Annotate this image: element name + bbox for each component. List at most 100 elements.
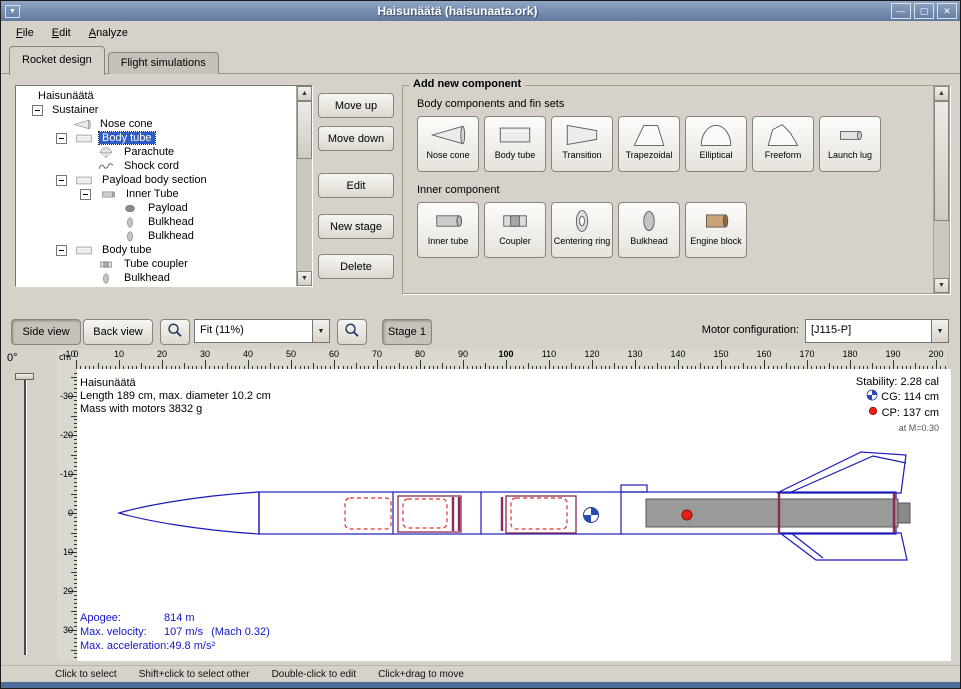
magnifier-icon: [343, 322, 361, 343]
tree-item-inner-tube[interactable]: Inner Tube: [18, 187, 295, 201]
chevron-down-icon[interactable]: ▼: [312, 319, 330, 343]
transition-component-button[interactable]: Transition: [551, 116, 613, 172]
minimize-button[interactable]: —: [891, 3, 911, 19]
edit-button[interactable]: Edit: [318, 173, 394, 198]
tree-item-label: Body tube: [99, 244, 155, 256]
h-ruler-label: 10: [107, 349, 131, 359]
maximize-button[interactable]: ▢: [914, 3, 934, 19]
tree-item-bulkhead[interactable]: Bulkhead: [18, 229, 295, 243]
scroll-up-button[interactable]: ▲: [297, 86, 312, 101]
status-hint: Shift+click to select other: [139, 669, 250, 680]
statusbar: Click to selectShift+click to select oth…: [1, 665, 960, 683]
delete-button[interactable]: Delete: [318, 254, 394, 279]
tree-item-shock-cord[interactable]: Shock cord: [18, 159, 295, 173]
coupler-component-button[interactable]: Coupler: [484, 202, 546, 258]
tree-item-label: Payload body section: [99, 174, 210, 186]
side-view-button[interactable]: Side view: [11, 319, 81, 345]
add-component-group: Add new component Body components and fi…: [402, 85, 950, 294]
tree-item-label: Bulkhead: [121, 272, 173, 284]
rotation-slider[interactable]: [24, 375, 27, 655]
nose-cone-component-button[interactable]: Nose cone: [417, 116, 479, 172]
v-ruler-label: -10: [57, 469, 73, 479]
scrollbar-thumb[interactable]: [297, 101, 312, 159]
tree-item-parachute[interactable]: Parachute: [18, 145, 295, 159]
centering-ring-component-button[interactable]: Centering ring: [551, 202, 613, 258]
launch-lug-component-button[interactable]: Launch lug: [819, 116, 881, 172]
tree-item-tube-coupler[interactable]: Tube coupler: [18, 257, 295, 271]
expander-icon[interactable]: [32, 105, 43, 116]
flight-stat-row: Max. acceleration:49.8 m/s²: [80, 639, 270, 653]
expander-icon[interactable]: [56, 175, 67, 186]
zoom-out-button[interactable]: [160, 319, 190, 345]
tree-item-body-tube[interactable]: Body tube: [18, 131, 295, 145]
tree-item-bulkhead[interactable]: Bulkhead: [18, 271, 295, 284]
rocket-drawing-area[interactable]: Haisunäätä Length 189 cm, max. diameter …: [77, 369, 951, 661]
menu-analyze[interactable]: Analyze: [80, 24, 137, 42]
flight-stat-row: Max. velocity:107 m/s(Mach 0.32): [80, 625, 270, 639]
chevron-down-icon[interactable]: ▼: [931, 319, 949, 343]
scroll-down-button[interactable]: ▼: [934, 278, 949, 293]
tree-item-label: Tube coupler: [121, 258, 191, 270]
expander-icon[interactable]: [80, 189, 91, 200]
tab-rocket-design[interactable]: Rocket design: [9, 46, 105, 75]
motor-configuration-select[interactable]: [J115-P] ▼: [805, 319, 949, 343]
tree-item-body-tube[interactable]: Body tube: [18, 243, 295, 257]
payload-icon: [119, 202, 141, 215]
tree-view: HaisunäätäSustainerNose coneBody tubePar…: [18, 89, 295, 284]
zoom-select[interactable]: Fit (11%) ▼: [194, 319, 330, 343]
back-view-button[interactable]: Back view: [83, 319, 153, 345]
bulkhead-component-button[interactable]: Bulkhead: [618, 202, 680, 258]
h-ruler-label: 130: [623, 349, 647, 359]
move-down-button[interactable]: Move down: [318, 126, 394, 151]
bulkhead-icon: [95, 272, 117, 285]
window-bottom-border: [1, 682, 960, 689]
expander-icon[interactable]: [56, 133, 67, 144]
tree-scrollbar[interactable]: ▲▼: [296, 86, 312, 286]
freeform-component-button[interactable]: Freeform: [752, 116, 814, 172]
expander-icon[interactable]: [56, 245, 67, 256]
body-tube-component-button[interactable]: Body tube: [484, 116, 546, 172]
trapezoidal-component-button[interactable]: Trapezoidal: [618, 116, 680, 172]
tree-item-label: Bulkhead: [145, 230, 197, 242]
rotation-slider-handle[interactable]: [15, 373, 34, 380]
inner-tube-icon: [428, 207, 468, 235]
component-label: Inner tube: [428, 236, 469, 246]
inner-tube-component-button[interactable]: Inner tube: [417, 202, 479, 258]
menu-edit[interactable]: Edit: [43, 24, 80, 42]
palette-scrollbar[interactable]: ▲▼: [933, 86, 949, 293]
elliptical-component-button[interactable]: Elliptical: [685, 116, 747, 172]
tab-flight-simulations[interactable]: Flight simulations: [108, 52, 219, 74]
component-label: Launch lug: [828, 150, 872, 160]
scroll-down-button[interactable]: ▼: [297, 271, 312, 286]
menu-file[interactable]: File: [7, 24, 43, 42]
inner-tube-icon: [97, 188, 119, 201]
stage-1-toggle[interactable]: Stage 1: [382, 319, 432, 345]
tree-item-label: Haisunäätä: [35, 90, 97, 102]
tree-item-sustainer[interactable]: Sustainer: [18, 103, 295, 117]
motor-configuration-label: Motor configuration:: [657, 324, 799, 336]
h-ruler-label: 180: [838, 349, 862, 359]
tree-item-payload[interactable]: Payload: [18, 201, 295, 215]
window-menu-icon[interactable]: ▼: [5, 5, 20, 18]
new-stage-button[interactable]: New stage: [318, 214, 394, 239]
bulkhead-icon: [119, 230, 141, 243]
engine-block-component-button[interactable]: Engine block: [685, 202, 747, 258]
zoom-in-button[interactable]: [337, 319, 367, 345]
v-ruler-label: 30: [57, 625, 73, 635]
coupler-icon: [95, 258, 117, 271]
move-up-button[interactable]: Move up: [318, 93, 394, 118]
scrollbar-thumb[interactable]: [934, 101, 949, 221]
tree-item-haisunäätä[interactable]: Haisunäätä: [18, 89, 295, 103]
tree-item-bulkhead[interactable]: Bulkhead: [18, 215, 295, 229]
bulkhead-icon: [629, 207, 669, 235]
status-hint: Double-click to edit: [272, 669, 356, 680]
tree-item-nose-cone[interactable]: Nose cone: [18, 117, 295, 131]
scroll-up-button[interactable]: ▲: [934, 86, 949, 101]
body-tube-icon: [73, 174, 95, 187]
component-tree-panel: HaisunäätäSustainerNose coneBody tubePar…: [15, 85, 313, 287]
tree-item-payload-body-section[interactable]: Payload body section: [18, 173, 295, 187]
tabbar: Rocket designFlight simulations: [1, 44, 960, 74]
titlebar[interactable]: ▼ Haisunäätä (haisunaata.ork) — ▢ ✕: [1, 1, 960, 22]
h-ruler-label: 160: [752, 349, 776, 359]
close-button[interactable]: ✕: [937, 3, 957, 19]
